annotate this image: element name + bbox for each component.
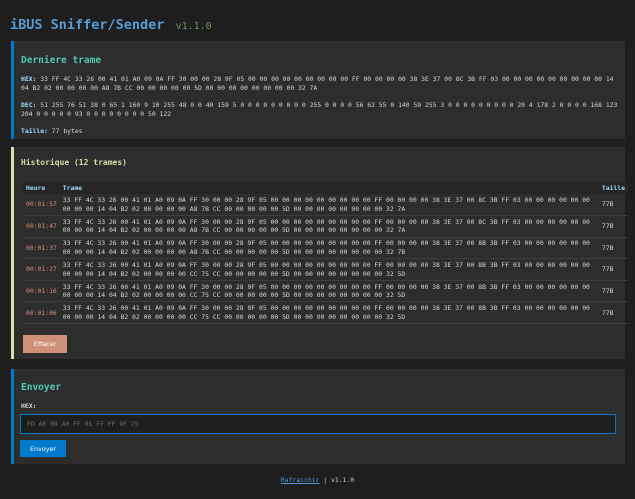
footer-separator: | xyxy=(323,476,328,484)
last-frame-card: Derniere trame HEX: 33 FF 4C 33 26 00 41… xyxy=(11,41,625,139)
send-hex-label: HEX: xyxy=(21,402,37,410)
row-size: 77B xyxy=(598,237,628,260)
row-size: 77B xyxy=(598,280,628,303)
row-time: 00:01:06 xyxy=(23,301,60,325)
column-header-frame: Trame xyxy=(59,182,599,194)
footer-version: v1.1.0 xyxy=(330,476,355,484)
row-size: 77B xyxy=(598,301,628,325)
row-time: 00:01:27 xyxy=(23,258,60,281)
hex-input[interactable] xyxy=(20,414,616,434)
table-row: 00:01:06 33 FF 4C 33 26 00 41 01 A0 09 0… xyxy=(23,301,628,325)
dec-value: 51 255 76 51 38 0 65 1 160 9 10 255 48 0… xyxy=(21,101,618,118)
table-row: 00:01:47 33 FF 4C 33 26 00 41 01 A0 09 0… xyxy=(23,215,628,238)
send-button[interactable]: Envoyer xyxy=(20,440,66,457)
row-size: 77B xyxy=(598,215,628,238)
refresh-link[interactable]: Rafraichir xyxy=(281,476,319,484)
dec-row: DEC: 51 255 76 51 38 0 65 1 160 9 10 255… xyxy=(21,101,625,118)
column-header-size: Taille xyxy=(598,182,628,194)
size-value: 77 bytes xyxy=(51,127,83,135)
row-frame: 33 FF 4C 33 26 00 41 01 A0 09 0A FF 30 0… xyxy=(59,237,599,260)
last-frame-title: Derniere trame xyxy=(21,55,102,66)
table-row: 00:01:16 33 FF 4C 33 26 00 41 01 A0 09 0… xyxy=(23,280,628,303)
footer: Rafraichir | v1.1.0 xyxy=(0,476,635,484)
send-title: Envoyer xyxy=(21,382,62,393)
send-card: Envoyer HEX: Envoyer xyxy=(11,369,625,464)
row-size: 77B xyxy=(598,194,628,217)
table-row: 00:01:27 33 FF 4C 33 26 00 41 01 A0 09 0… xyxy=(23,258,628,281)
row-frame: 33 FF 4C 33 26 00 41 01 A0 09 0A FF 30 0… xyxy=(59,301,599,325)
hex-label: HEX: xyxy=(21,75,37,83)
row-time: 00:01:47 xyxy=(23,215,60,238)
hex-row: HEX: 33 FF 4C 33 26 00 41 01 A0 09 0A FF… xyxy=(21,75,625,92)
row-frame: 33 FF 4C 33 26 00 41 01 A0 09 0A FF 30 0… xyxy=(59,280,599,303)
row-time: 00:01:57 xyxy=(23,194,60,217)
table-row: 00:01:37 33 FF 4C 33 26 00 41 01 A0 09 0… xyxy=(23,237,628,260)
app-header: iBUS Sniffer/Sender v1.1.0 xyxy=(10,17,212,33)
column-header-time: Heure xyxy=(23,182,60,194)
page: iBUS Sniffer/Sender v1.1.0 Derniere tram… xyxy=(0,0,635,499)
hex-value: 33 FF 4C 33 26 00 41 01 A0 09 0A FF 30 0… xyxy=(21,75,614,92)
history-header-row: Heure Trame Taille xyxy=(23,182,628,194)
history-table: Heure Trame Taille 00:01:57 33 FF 4C 33 … xyxy=(23,182,628,325)
row-frame: 33 FF 4C 33 26 00 41 01 A0 09 0A FF 30 0… xyxy=(59,258,599,281)
dec-label: DEC: xyxy=(21,101,37,109)
row-time: 00:01:16 xyxy=(23,280,60,303)
row-size: 77B xyxy=(598,258,628,281)
size-row: Taille: 77 bytes xyxy=(21,127,625,136)
history-title: Historique (12 trames) xyxy=(21,158,127,167)
row-time: 00:01:37 xyxy=(23,237,60,260)
size-label: Taille: xyxy=(21,127,48,135)
table-row: 00:01:57 33 FF 4C 33 26 00 41 01 A0 09 0… xyxy=(23,194,628,217)
clear-button[interactable]: Effacer xyxy=(23,335,67,353)
row-frame: 33 FF 4C 33 26 00 41 01 A0 09 0A FF 30 0… xyxy=(59,194,599,217)
app-title: iBUS Sniffer/Sender xyxy=(10,17,165,33)
history-card: Historique (12 trames) Heure Trame Taill… xyxy=(11,147,628,359)
row-frame: 33 FF 4C 33 26 00 41 01 A0 09 0A FF 30 0… xyxy=(59,215,599,238)
app-version: v1.1.0 xyxy=(175,21,212,32)
